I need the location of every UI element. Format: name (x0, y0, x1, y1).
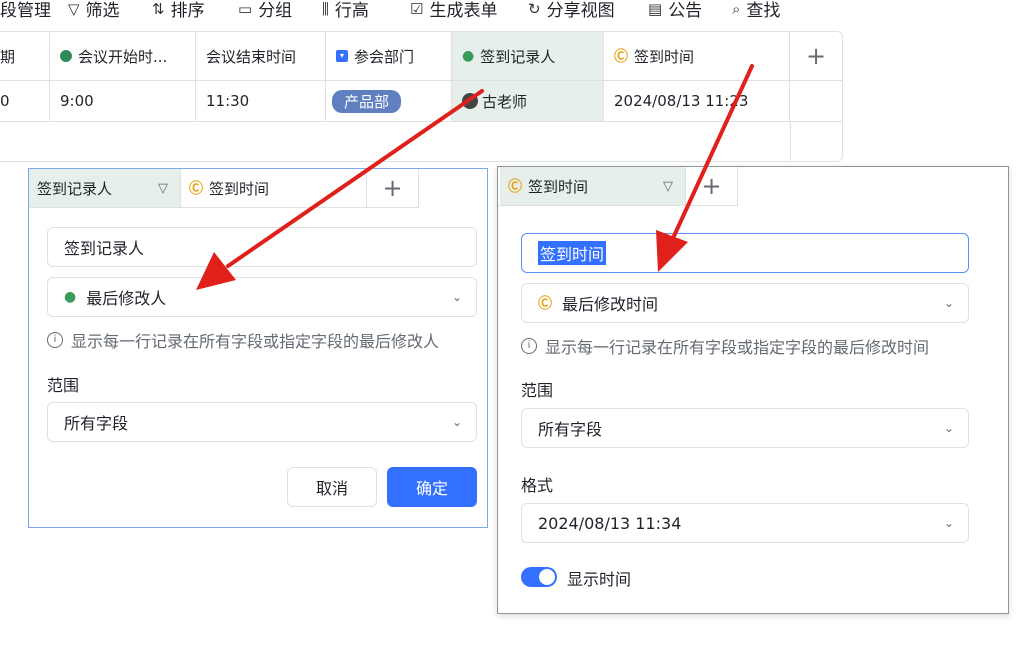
arrow-to-checkin-name (656, 64, 754, 272)
arrow-to-recorder-type (196, 89, 484, 290)
annotation-arrows (196, 64, 754, 290)
